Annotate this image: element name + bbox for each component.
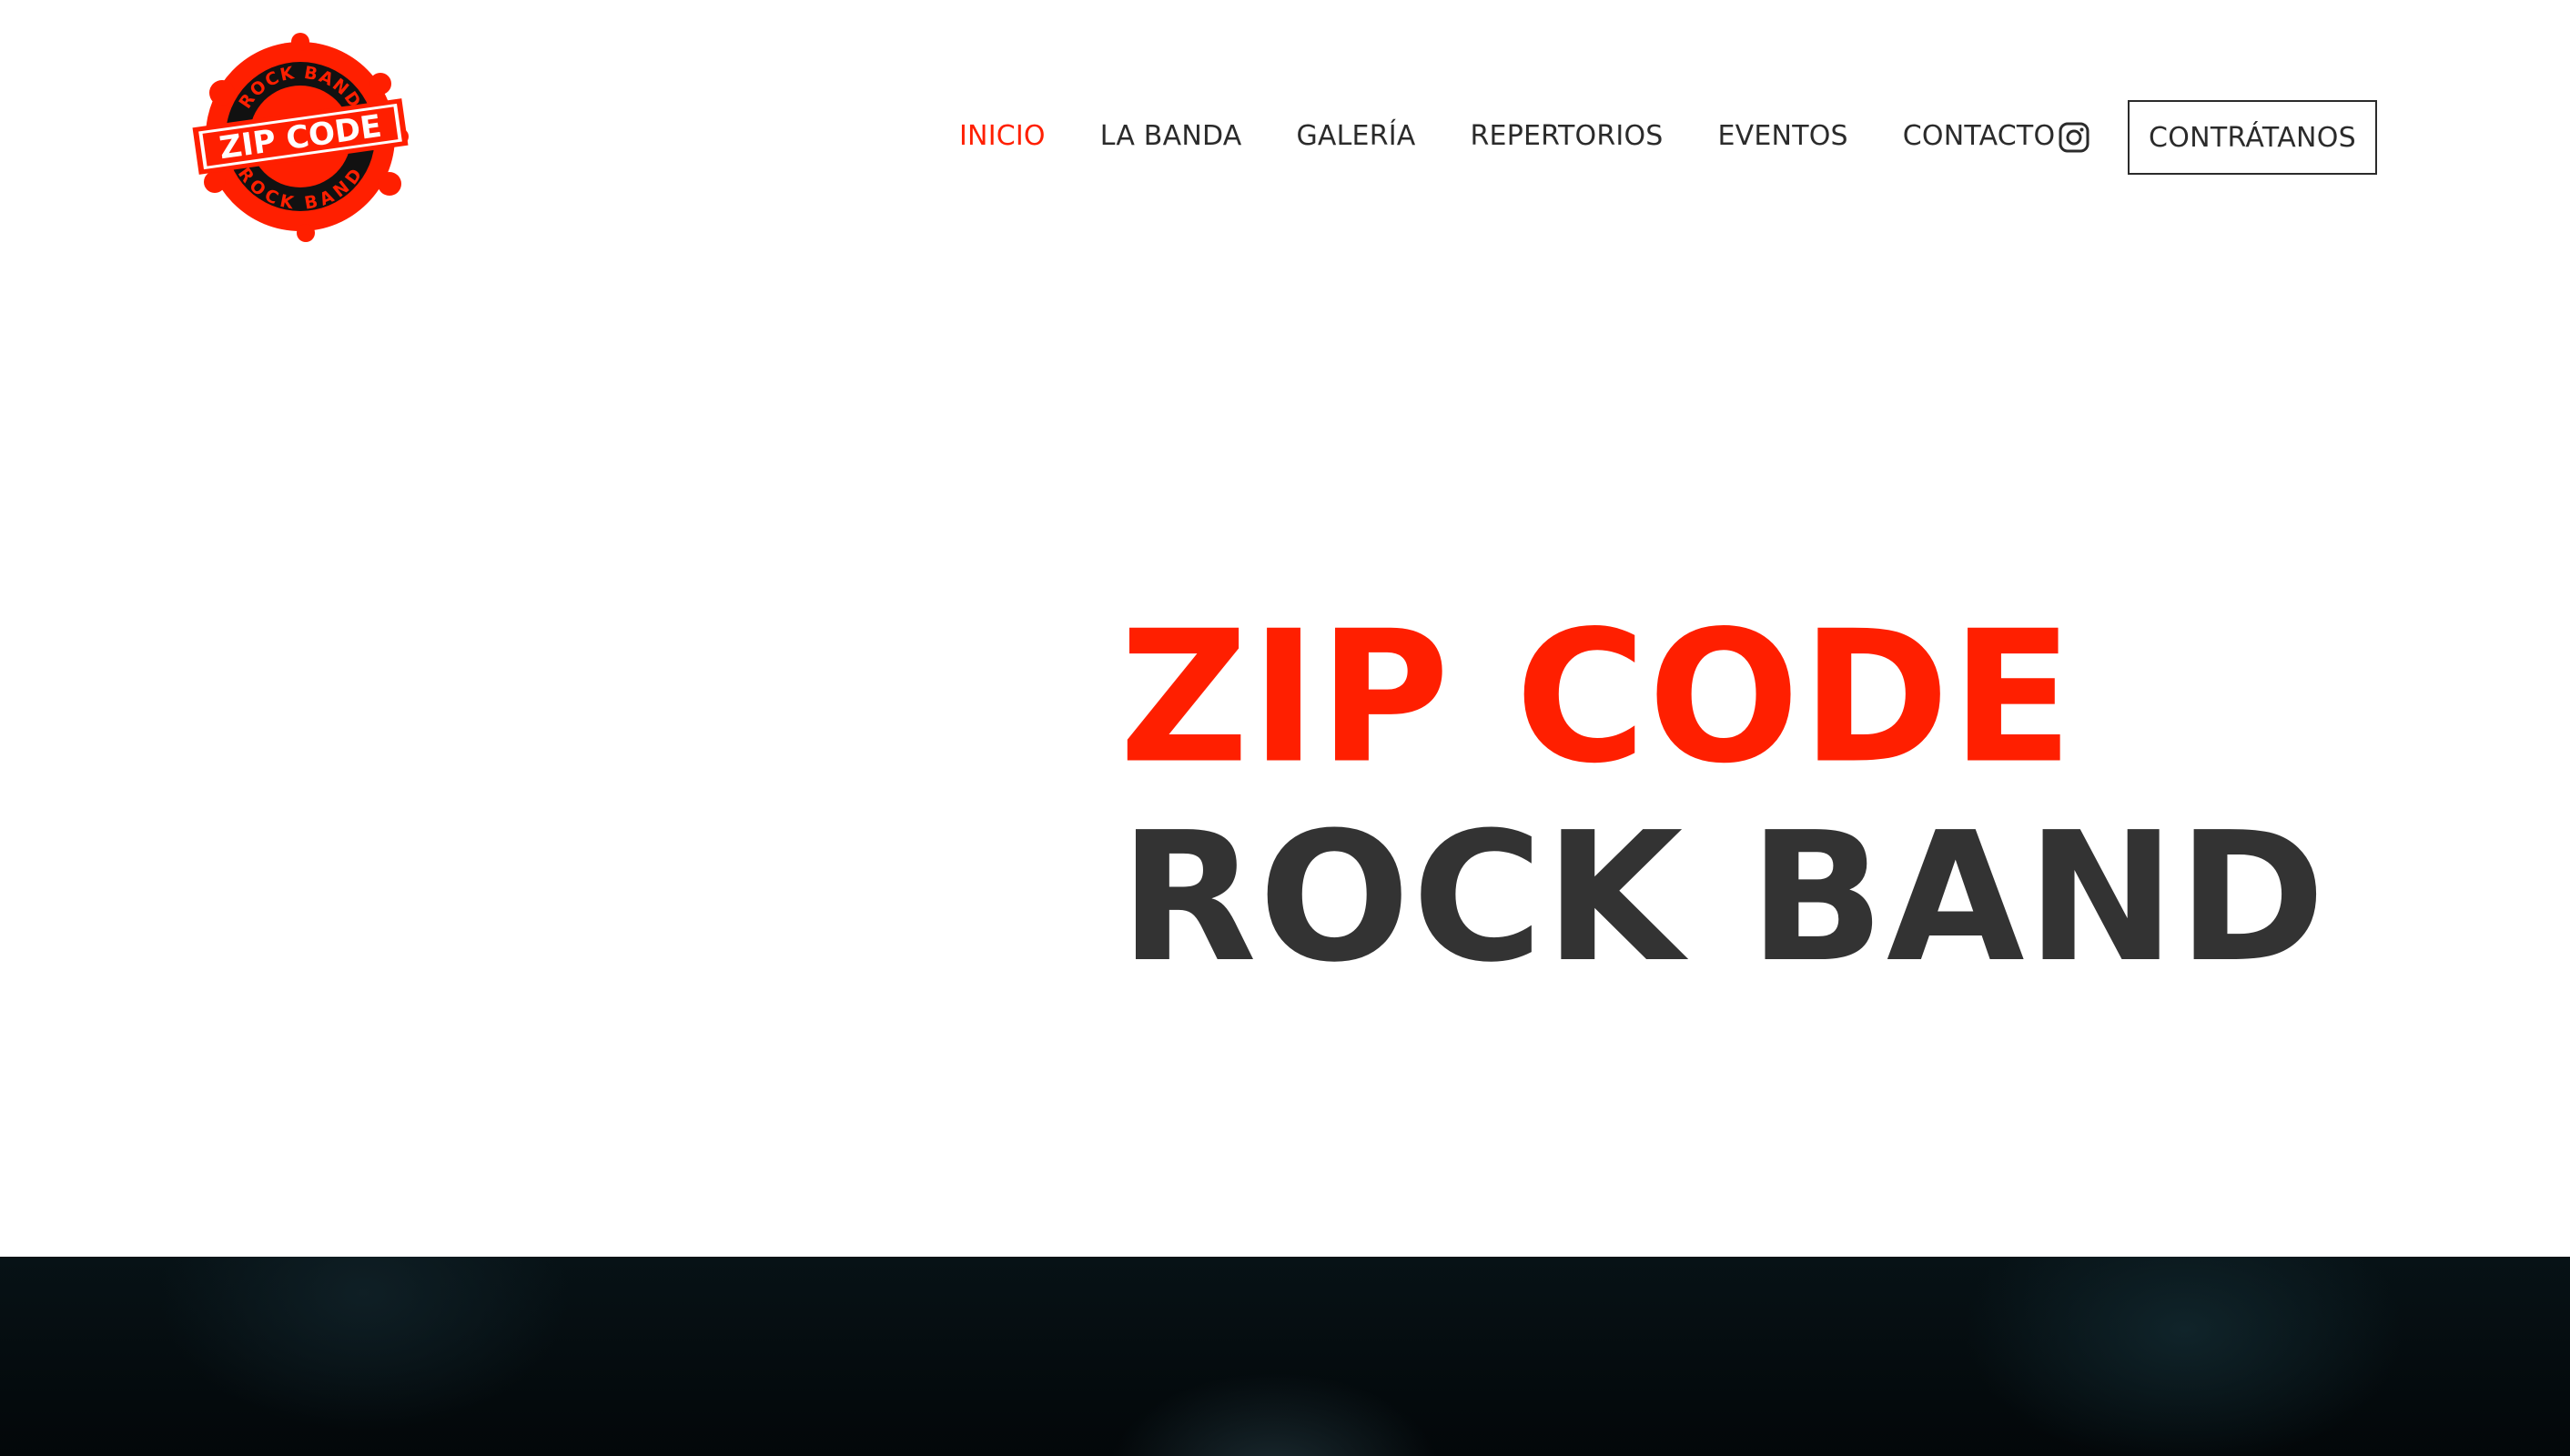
main-nav: INICIO LA BANDA GALERÍA REPERTORIOS EVEN… bbox=[959, 107, 2055, 166]
hero-title: ZIP CODE ROCK BAND bbox=[1119, 592, 2330, 994]
nav-item-repertorios[interactable]: REPERTORIOS bbox=[1471, 107, 1664, 166]
logo-link[interactable]: ROCK BAND ROCK BAND ZIP CODE bbox=[187, 29, 413, 244]
contratanos-button[interactable]: CONTRÁTANOS bbox=[2128, 100, 2377, 175]
zip-code-logo: ROCK BAND ROCK BAND ZIP CODE bbox=[192, 33, 409, 242]
nav-item-contacto[interactable]: CONTACTO bbox=[1903, 107, 2055, 166]
instagram-icon[interactable] bbox=[2059, 122, 2089, 153]
site-header: ROCK BAND ROCK BAND ZIP CODE INICIO LA B… bbox=[0, 0, 2570, 273]
nav-item-galeria[interactable]: GALERÍA bbox=[1296, 107, 1415, 166]
nav-item-la-banda[interactable]: LA BANDA bbox=[1100, 107, 1242, 166]
hero-title-line-1: ZIP CODE bbox=[1119, 592, 2075, 804]
nav-item-eventos[interactable]: EVENTOS bbox=[1718, 107, 1848, 166]
page: ROCK BAND ROCK BAND ZIP CODE INICIO LA B… bbox=[0, 0, 2570, 1456]
nav-item-inicio[interactable]: INICIO bbox=[959, 107, 1046, 166]
hero-title-line-2: ROCK BAND bbox=[1119, 794, 2328, 1002]
hero-photo-band bbox=[0, 1257, 2570, 1456]
